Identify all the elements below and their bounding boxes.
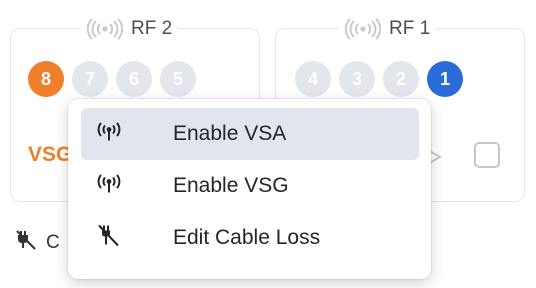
menu-item-label: Enable VSA	[173, 122, 287, 145]
port-7[interactable]: 7	[72, 61, 108, 97]
rf2-header: RF 2	[81, 15, 179, 43]
port-8[interactable]: 8	[28, 61, 64, 97]
port-2[interactable]: 2	[383, 61, 419, 97]
menu-item-label: Enable VSG	[173, 174, 289, 197]
menu-item-enable-vsg[interactable]: Enable VSG	[81, 160, 419, 212]
port-1[interactable]: 1	[427, 61, 463, 97]
port-6[interactable]: 6	[116, 61, 152, 97]
menu-item-label: Edit Cable Loss	[173, 226, 321, 249]
rf2-title: RF 2	[131, 18, 173, 39]
context-menu: Enable VSA Enable VSG Edit Cable Loss	[68, 99, 431, 279]
rf2-mode-label: VSG	[28, 143, 73, 166]
antenna-broadcast-icon	[96, 122, 122, 147]
rf1-header: RF 1	[339, 15, 437, 43]
antenna-broadcast-icon	[96, 174, 122, 199]
menu-item-edit-cable-loss[interactable]: Edit Cable Loss	[81, 212, 419, 264]
cable-row-label: C	[46, 231, 60, 253]
port-4[interactable]: 4	[295, 61, 331, 97]
rf1-title: RF 1	[389, 18, 431, 39]
port-5[interactable]: 5	[160, 61, 196, 97]
port-3[interactable]: 3	[339, 61, 375, 97]
rf2-ports: 8 7 6 5	[28, 61, 196, 97]
cable-row: C	[14, 228, 60, 257]
rf-signal-icon	[345, 18, 381, 40]
rf1-checkbox[interactable]	[474, 142, 500, 168]
cable-plug-icon	[96, 223, 122, 254]
rf1-ports: 4 3 2 1	[295, 61, 463, 97]
rf-signal-icon	[87, 18, 123, 40]
menu-item-enable-vsa[interactable]: Enable VSA	[81, 108, 419, 160]
cable-plug-icon	[14, 228, 38, 257]
